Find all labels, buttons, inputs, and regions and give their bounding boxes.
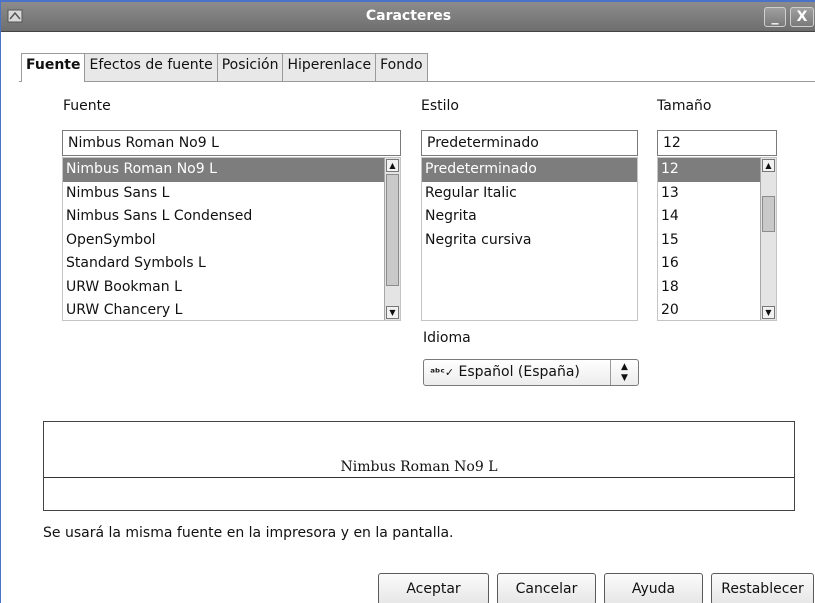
tab-hiperenlace[interactable]: Hiperenlace (282, 53, 377, 81)
scroll-thumb[interactable] (762, 196, 775, 232)
style-input[interactable]: Predeterminado (421, 130, 638, 156)
tab-fondo[interactable]: Fondo (375, 53, 428, 81)
font-label: Fuente (63, 98, 111, 114)
minimize-button[interactable]: _ (764, 7, 786, 27)
size-list-scrollbar[interactable]: ▲ ▼ (760, 158, 776, 320)
title-bar[interactable]: Caracteres _ X (1, 2, 815, 32)
reset-button[interactable]: Restablecer (711, 573, 814, 603)
dialog-window: Caracteres _ X Fuente Efectos de fuente … (0, 0, 815, 603)
list-item[interactable]: URW Chancery L (63, 299, 400, 323)
tab-efectos-de-fuente[interactable]: Efectos de fuente (84, 53, 218, 81)
font-list[interactable]: Nimbus Roman No9 L Nimbus Sans L Nimbus … (62, 157, 401, 321)
list-item[interactable]: 20 (658, 299, 776, 323)
help-button[interactable]: Ayuda (604, 573, 703, 603)
list-item[interactable]: 14 (658, 205, 776, 229)
size-label: Tamaño (657, 98, 712, 114)
preview-text: Nimbus Roman No9 L (338, 459, 500, 475)
list-item[interactable]: Regular Italic (422, 182, 637, 206)
style-list[interactable]: Predeterminado Regular Italic Negrita Ne… (421, 157, 638, 321)
tab-posicion[interactable]: Posición (216, 53, 284, 81)
window-title: Caracteres (365, 8, 452, 24)
list-item[interactable]: Negrita cursiva (422, 229, 637, 253)
size-list[interactable]: 12 13 14 15 16 18 20 ▲ ▼ (657, 157, 777, 321)
list-item[interactable]: 13 (658, 182, 776, 206)
scroll-down-arrow-icon[interactable]: ▼ (386, 306, 399, 319)
language-label: Idioma (423, 330, 471, 346)
font-name-input[interactable]: Nimbus Roman No9 L (62, 130, 401, 156)
scroll-up-arrow-icon[interactable]: ▲ (762, 159, 775, 172)
spellcheck-icon: ᵃᵇᶜ✓ (430, 366, 455, 379)
list-item[interactable]: URW Bookman L (63, 276, 400, 300)
size-input[interactable]: 12 (657, 130, 777, 156)
list-item[interactable]: Nimbus Roman No9 L (63, 158, 400, 182)
list-item[interactable]: 15 (658, 229, 776, 253)
list-item[interactable]: Negrita (422, 205, 637, 229)
style-label: Estilo (421, 98, 459, 114)
tab-bar: Fuente Efectos de fuente Posición Hipere… (21, 53, 428, 82)
preview-baseline (44, 477, 794, 478)
ok-button[interactable]: Aceptar (378, 573, 489, 603)
language-select[interactable]: ᵃᵇᶜ✓ Español (España) ▲ ▼ (423, 359, 639, 386)
tab-fuente[interactable]: Fuente (21, 53, 86, 82)
list-item[interactable]: Nimbus Sans L Condensed (63, 205, 400, 229)
list-item[interactable]: Nimbus Sans L (63, 182, 400, 206)
info-note: Se usará la misma fuente en la impresora… (43, 525, 454, 541)
language-value: Español (España) (458, 364, 580, 380)
cancel-button[interactable]: Cancelar (497, 573, 596, 603)
list-item[interactable]: 12 (658, 158, 776, 182)
font-list-scrollbar[interactable]: ▲ ▼ (384, 158, 400, 320)
font-preview: Nimbus Roman No9 L (43, 421, 795, 511)
scroll-thumb[interactable] (386, 174, 399, 286)
scroll-down-arrow-icon[interactable]: ▼ (762, 306, 775, 319)
spin-arrows-icon[interactable]: ▲ ▼ (610, 360, 638, 385)
scroll-up-arrow-icon[interactable]: ▲ (386, 159, 399, 172)
list-item[interactable]: Predeterminado (422, 158, 637, 182)
list-item[interactable]: 16 (658, 252, 776, 276)
list-item[interactable]: OpenSymbol (63, 229, 400, 253)
close-button[interactable]: X (790, 7, 814, 27)
list-item[interactable]: 18 (658, 276, 776, 300)
list-item[interactable]: Standard Symbols L (63, 252, 400, 276)
